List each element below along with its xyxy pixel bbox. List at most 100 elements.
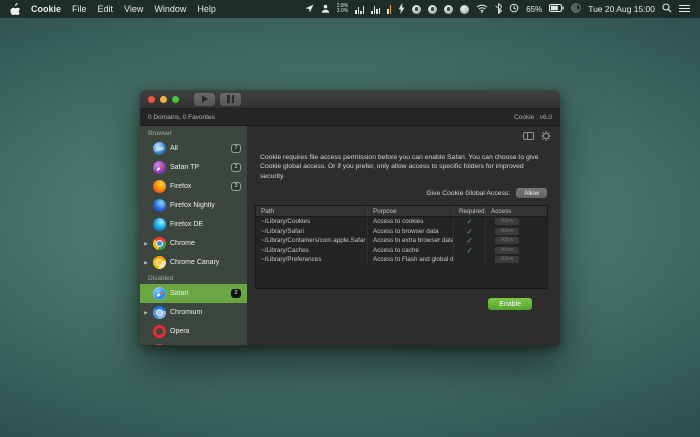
battery-icon[interactable] (549, 4, 564, 14)
histogram-icon[interactable] (387, 5, 391, 14)
app-circle-icon[interactable] (412, 5, 421, 14)
column-header-purpose[interactable]: Purpose (368, 206, 454, 216)
sidebar-item-all[interactable]: All 7 (140, 139, 247, 158)
sidebar-item-opera[interactable]: Opera (140, 322, 247, 341)
allow-row-button[interactable]: Allow (495, 218, 519, 225)
sidebar-item-label: Safari (170, 290, 188, 297)
sidebar-item-label: Safari TP (170, 164, 199, 171)
bolt-icon[interactable] (398, 3, 405, 16)
opera-browser-icon (153, 325, 166, 338)
count-badge: 7 (231, 144, 241, 153)
purpose-cell: Access to Flash and global dow (368, 255, 454, 265)
window-titlebar[interactable] (140, 90, 560, 109)
disclosure-triangle-icon[interactable]: ▶ (143, 260, 149, 266)
allow-global-button[interactable]: Allow (516, 188, 547, 198)
app-circle-icon[interactable] (460, 5, 469, 14)
bluetooth-icon[interactable] (495, 3, 502, 16)
path-cell: ~/Library/Cookies (256, 217, 368, 227)
cpu-usage-text[interactable]: 2.8%3.0% (337, 4, 348, 14)
spotlight-icon[interactable] (662, 3, 672, 15)
wifi-icon[interactable] (476, 4, 488, 15)
menu-bar: Cookie File Edit View Window Help 2.8%3.0% 6… (0, 0, 700, 18)
safari-tp-browser-icon (153, 161, 166, 174)
disclosure-triangle-icon[interactable]: ▶ (143, 241, 149, 247)
sidebar-item-firefox-de[interactable]: Firefox DE (140, 215, 247, 234)
path-cell: ~/Library/Containers/com.apple.Safar (256, 236, 368, 246)
firefox-nightly-browser-icon (153, 199, 166, 212)
menubar-item-window[interactable]: Window (154, 4, 186, 14)
menubar-status-area: 2.8%3.0% 65% Tue 20 Aug 15:00 (305, 3, 690, 16)
browser-sidebar: BrowserAll7Safari TP2Firefox3Firefox Nig… (140, 126, 247, 345)
menubar-item-help[interactable]: Help (197, 4, 216, 14)
sidebar-item-chrome[interactable]: ▶Chrome (140, 234, 247, 253)
enable-button[interactable]: Enable (488, 298, 532, 310)
menubar-clock[interactable]: Tue 20 Aug 15:00 (588, 4, 655, 14)
sidebar-item-chrome-canary[interactable]: ▶Chrome Canary (140, 253, 247, 272)
sidebar-item-label: All (170, 145, 178, 152)
sidebar-toggle-icon[interactable] (523, 132, 534, 140)
access-cell: Allow (486, 217, 547, 227)
partial-browser-icon (153, 344, 166, 345)
pause-button[interactable] (220, 93, 241, 106)
minimize-button[interactable] (160, 96, 167, 103)
table-row[interactable]: ~/Library/CookiesAccess to cookies✓Allow (256, 217, 547, 227)
menubar-item-file[interactable]: File (72, 4, 87, 14)
moon-icon[interactable] (571, 3, 581, 15)
table-row[interactable]: ~/Library/CachesAccess to cache✓Allow (256, 246, 547, 256)
zoom-button[interactable] (172, 96, 179, 103)
column-header-required[interactable]: Required (454, 206, 486, 216)
app-circle-icon[interactable] (444, 5, 453, 14)
sidebar-item-partial[interactable] (140, 341, 247, 345)
permission-message: Cookie requires file access permission b… (260, 153, 545, 181)
allow-row-button[interactable]: Allow (495, 237, 519, 244)
allow-row-button[interactable]: Allow (495, 228, 519, 235)
app-version: Cookie : v6.0 (514, 114, 552, 121)
menubar-app-name[interactable]: Cookie (31, 4, 61, 14)
sidebar-item-firefox[interactable]: Firefox 3 (140, 177, 247, 196)
required-check-icon: ✓ (454, 246, 486, 256)
table-row[interactable]: ~/Library/PreferencesAccess to Flash and… (256, 255, 547, 265)
gear-icon[interactable] (541, 131, 551, 141)
battery-percent: 65% (526, 5, 542, 14)
location-icon[interactable] (305, 4, 314, 15)
column-header-access[interactable]: Access (486, 206, 547, 216)
sidebar-item-label: Firefox (170, 183, 191, 190)
count-badge: 2 (231, 163, 241, 172)
play-button[interactable] (194, 93, 215, 106)
pause-icon (227, 95, 234, 103)
sidebar-item-safari-tp[interactable]: Safari TP 2 (140, 158, 247, 177)
content-pane: Cookie requires file access permission b… (247, 126, 560, 345)
sidebar-item-label: Chromium (170, 309, 202, 316)
sidebar-item-label: Firefox DE (170, 221, 203, 228)
sidebar-item-chromium[interactable]: ▶ Chromium (140, 303, 247, 322)
permissions-table: PathPurposeRequiredAccess ~/Library/Cook… (255, 205, 548, 289)
access-cell: Allow (486, 236, 547, 246)
column-header-path[interactable]: Path (256, 206, 368, 216)
access-cell: Allow (486, 255, 547, 265)
apple-menu-icon[interactable] (10, 3, 20, 15)
histogram-icon[interactable] (371, 5, 380, 14)
disclosure-triangle-icon[interactable]: ▶ (143, 310, 149, 316)
purpose-cell: Access to extra browser data (368, 236, 454, 246)
close-button[interactable] (148, 96, 155, 103)
count-badge: 2 (231, 289, 241, 298)
purpose-cell: Access to cache (368, 246, 454, 256)
count-badge: 3 (231, 182, 241, 191)
allow-row-button[interactable]: Allow (495, 256, 519, 263)
table-row[interactable]: ~/Library/Containers/com.apple.SafarAcce… (256, 236, 547, 246)
histogram-icon[interactable] (355, 5, 364, 14)
user-icon[interactable] (321, 4, 330, 15)
timemachine-icon[interactable] (509, 3, 519, 15)
sidebar-item-firefox-nightly[interactable]: Firefox Nightly (140, 196, 247, 215)
app-circle-icon[interactable] (428, 5, 437, 14)
allow-row-button[interactable]: Allow (495, 247, 519, 254)
desktop: Cookie File Edit View Window Help 2.8%3.0% 6… (0, 0, 700, 437)
notification-center-icon[interactable] (679, 4, 690, 15)
path-cell: ~/Library/Preferences (256, 255, 368, 265)
sidebar-item-safari[interactable]: Safari 2 (140, 284, 247, 303)
menubar-item-edit[interactable]: Edit (98, 4, 114, 14)
table-row[interactable]: ~/Library/SafariAccess to browser data✓A… (256, 227, 547, 237)
menubar-item-view[interactable]: View (124, 4, 143, 14)
required-check-icon: ✓ (454, 227, 486, 237)
sidebar-item-label: Firefox Nightly (170, 202, 215, 209)
